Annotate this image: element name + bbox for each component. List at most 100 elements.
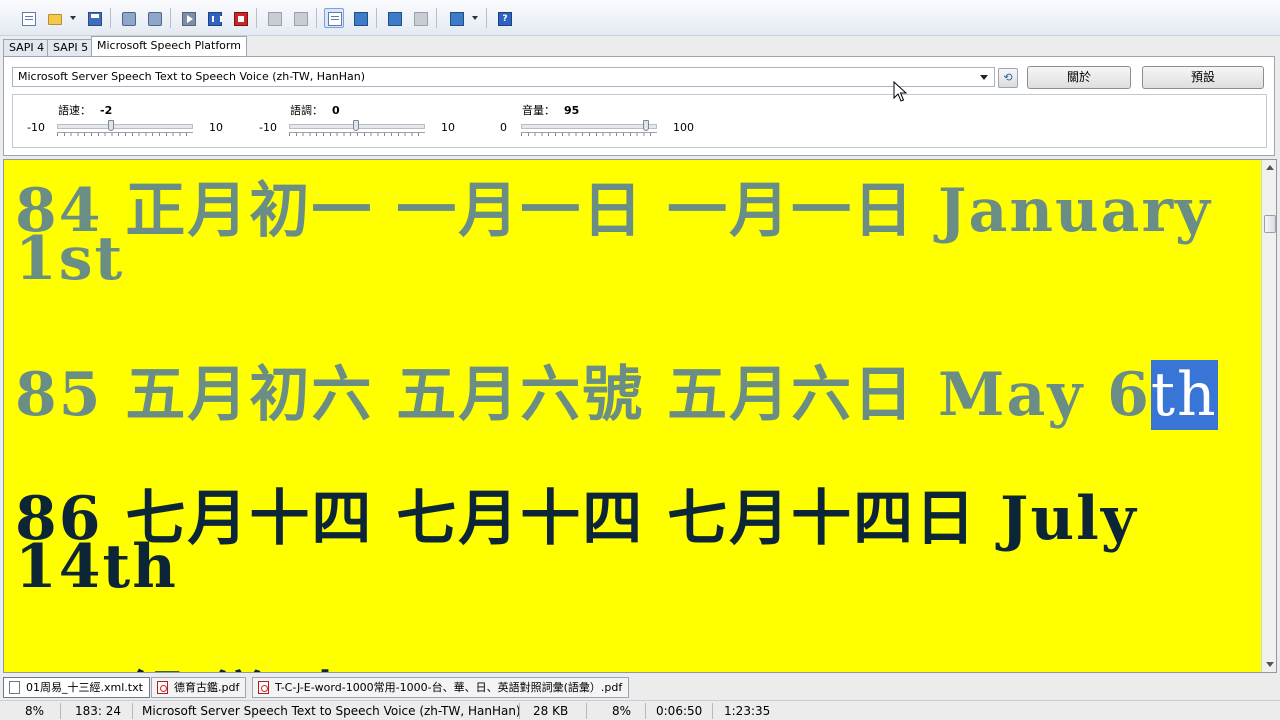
open-folder-icon [48,14,62,25]
open-dropdown-arrow[interactable] [70,16,76,20]
doc-tab-2-label: 德育古鑑.pdf [174,681,240,694]
doc-tab-1[interactable]: 01周易_十三經.xml.txt [3,677,150,698]
tab-microsoft-speech-platform[interactable]: Microsoft Speech Platform [91,36,247,56]
help-button[interactable]: ? [494,8,514,28]
text-line-84-wrap: 1st [15,224,125,294]
toolbar-separator [110,8,111,28]
copy-icon [268,12,282,26]
edit-mode-button[interactable] [324,8,344,28]
options-icon [450,12,464,26]
text-line-87: 87 鍋 鸞 出 hydr [15,652,540,672]
status-separator [586,703,587,719]
help-icon: ? [498,12,512,26]
pdf-file-icon [157,681,168,694]
doc-tab-3-label: T-C-J-E-word-1000常用-1000-台、華、日、英語對照詞彙(語彙… [275,681,623,694]
save-button[interactable] [84,8,104,28]
pitch-max: 10 [441,121,455,134]
pitch-slider[interactable] [289,120,425,136]
default-button[interactable]: 預設 [1142,66,1264,89]
pdf-file-icon [258,681,269,694]
rate-slider-thumb[interactable] [108,120,114,131]
edit-mode-icon [328,12,342,26]
batch-export-button[interactable] [144,8,164,28]
volume-value: 95 [564,104,580,117]
toolbar-separator [376,8,377,28]
paste-button[interactable] [290,8,310,28]
pitch-value: 0 [332,104,340,117]
status-separator [645,703,646,719]
prev-voice-button[interactable] [384,8,404,28]
status-cursor-position: 183: 24 [75,704,122,718]
voice-select[interactable]: Microsoft Server Speech Text to Speech V… [12,67,995,87]
next-voice-button[interactable] [410,8,430,28]
save-icon [88,12,102,26]
volume-slider[interactable] [521,120,657,136]
status-progress-left: 8% [25,704,45,718]
status-file-size: 28 KB [533,704,569,718]
text-editor[interactable]: 84 正月初一 一月一日 一月一日 January 1st 85 五月初六 五月… [3,159,1277,673]
text-line-85-read: 85 五月初六 五月六號 五月六日 May 6 [15,360,1151,430]
copy-button[interactable] [264,8,284,28]
export-audio-button[interactable] [118,8,138,28]
rate-label-group: 語速： -2 [58,102,112,118]
status-voice: Microsoft Server Speech Text to Speech V… [142,704,521,718]
document-tabs: 01周易_十三經.xml.txt 德育古鑑.pdf T-C-J-E-word-1… [0,675,1280,699]
status-elapsed-time: 0:06:50 [656,704,703,718]
about-button[interactable]: 關於 [1027,66,1131,89]
play-icon [182,12,196,26]
new-document-icon [22,12,36,26]
pitch-label: 語調： [290,104,323,117]
prev-voice-icon [388,12,402,26]
paste-icon [294,12,308,26]
text-line-86: 86 七月十四 七月十四 七月十四日 July [15,484,1138,554]
toolbar-separator [170,8,171,28]
rate-min: -10 [27,121,45,134]
volume-min: 0 [500,121,507,134]
scrollbar-thumb[interactable] [1264,215,1276,233]
play-button[interactable] [178,8,198,28]
refresh-voices-button[interactable]: ⟲ [998,68,1018,88]
batch-export-icon [148,12,162,26]
voice-settings-panel: Microsoft Server Speech Text to Speech V… [3,56,1275,156]
text-view-icon [354,12,368,26]
toolbar-separator [486,8,487,28]
next-voice-icon [414,12,428,26]
doc-tab-2[interactable]: 德育古鑑.pdf [151,677,247,698]
text-line-86-wrap: 14th [15,532,178,602]
open-folder-button[interactable] [44,8,64,28]
export-audio-icon [122,12,136,26]
new-document-button[interactable] [18,8,38,28]
text-view-button[interactable] [350,8,370,28]
rate-value: -2 [100,104,113,117]
toolbar: ? [0,0,1280,36]
pitch-slider-thumb[interactable] [353,120,359,131]
pitch-label-group: 語調： 0 [290,102,340,118]
toolbar-separator [316,8,317,28]
text-line-85: 85 五月初六 五月六號 五月六日 May 6th [15,346,1218,433]
volume-slider-thumb[interactable] [643,120,649,131]
toolbar-separator [256,8,257,28]
mouse-cursor-icon [893,81,907,102]
status-separator [519,703,520,719]
status-total-time: 1:23:35 [724,704,771,718]
status-separator [712,703,713,719]
scroll-up-icon[interactable] [1266,165,1274,170]
rate-label: 語速： [58,104,91,117]
pitch-min: -10 [259,121,277,134]
doc-tab-3[interactable]: T-C-J-E-word-1000常用-1000-台、華、日、英語對照詞彙(語彙… [252,677,630,698]
rate-slider[interactable] [57,120,193,136]
options-dropdown-arrow[interactable] [472,16,478,20]
options-button[interactable] [446,8,466,28]
status-progress-right: 8% [612,704,632,718]
stop-icon [234,12,248,26]
tab-sapi5[interactable]: SAPI 5 [47,39,95,56]
stop-button[interactable] [230,8,250,28]
pause-button[interactable] [204,8,224,28]
rate-max: 10 [209,121,223,134]
editor-vertical-scrollbar[interactable] [1261,160,1276,672]
scroll-down-icon[interactable] [1266,662,1274,667]
chevron-down-icon[interactable] [980,75,988,80]
volume-label: 音量： [522,104,555,117]
toolbar-separator [436,8,437,28]
tab-sapi4[interactable]: SAPI 4 [3,39,51,56]
